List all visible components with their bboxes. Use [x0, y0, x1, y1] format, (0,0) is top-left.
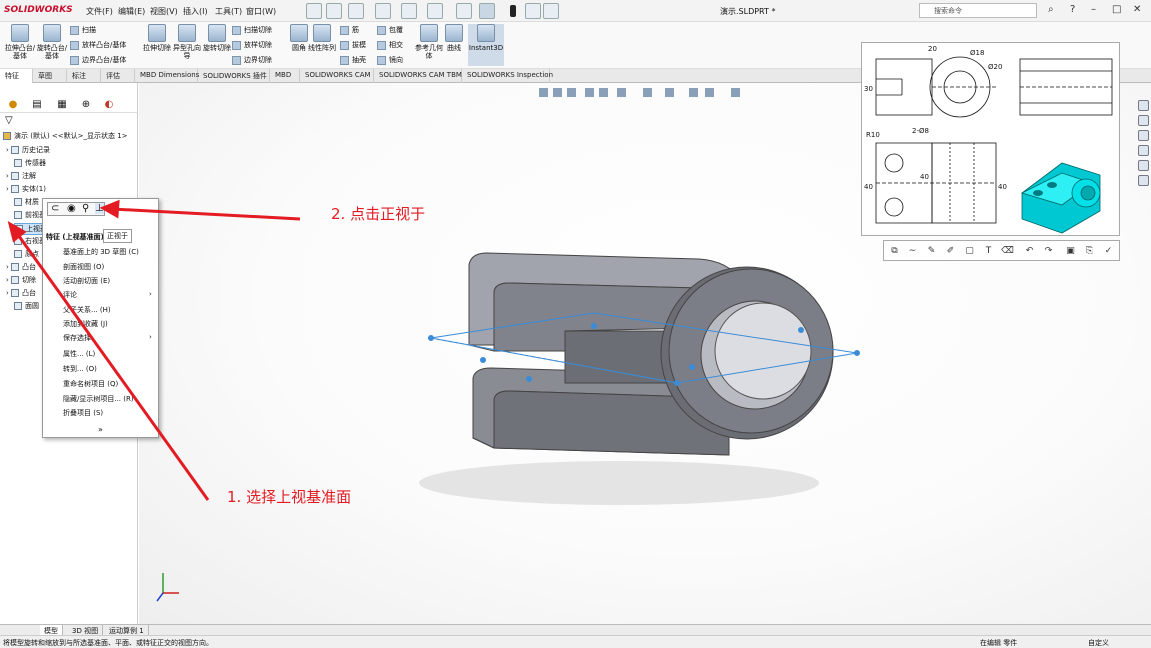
annotation-step-2: 2. 点击正视于 — [331, 205, 426, 223]
arrow-head-step-2 — [99, 199, 120, 219]
status-message: 将模型旋转和缩放到与所选基准面、平面、或特征正交的视图方向。 — [3, 639, 213, 647]
arrow-head-step-1 — [7, 220, 27, 243]
units-dropdown[interactable]: 自定义 — [1088, 638, 1109, 648]
solidworks-window: SOLIDWORKS 文件(F) 编辑(E) 视图(V) 插入(I) 工具(T)… — [0, 0, 1151, 648]
model-view-tabs: 模型 3D 视图 运动算例 1 — [0, 624, 1151, 636]
annotation-overlay — [7, 199, 301, 501]
annotation-step-1: 1. 选择上视基准面 — [227, 488, 352, 506]
arrow-step-1 — [14, 231, 210, 501]
status-editing: 在编辑 零件 — [980, 639, 1018, 647]
arrow-step-2 — [111, 207, 301, 221]
status-bar: 将模型旋转和缩放到与所选基准面、平面、或特征正交的视图方向。 在编辑 零件 自定… — [0, 635, 1151, 648]
